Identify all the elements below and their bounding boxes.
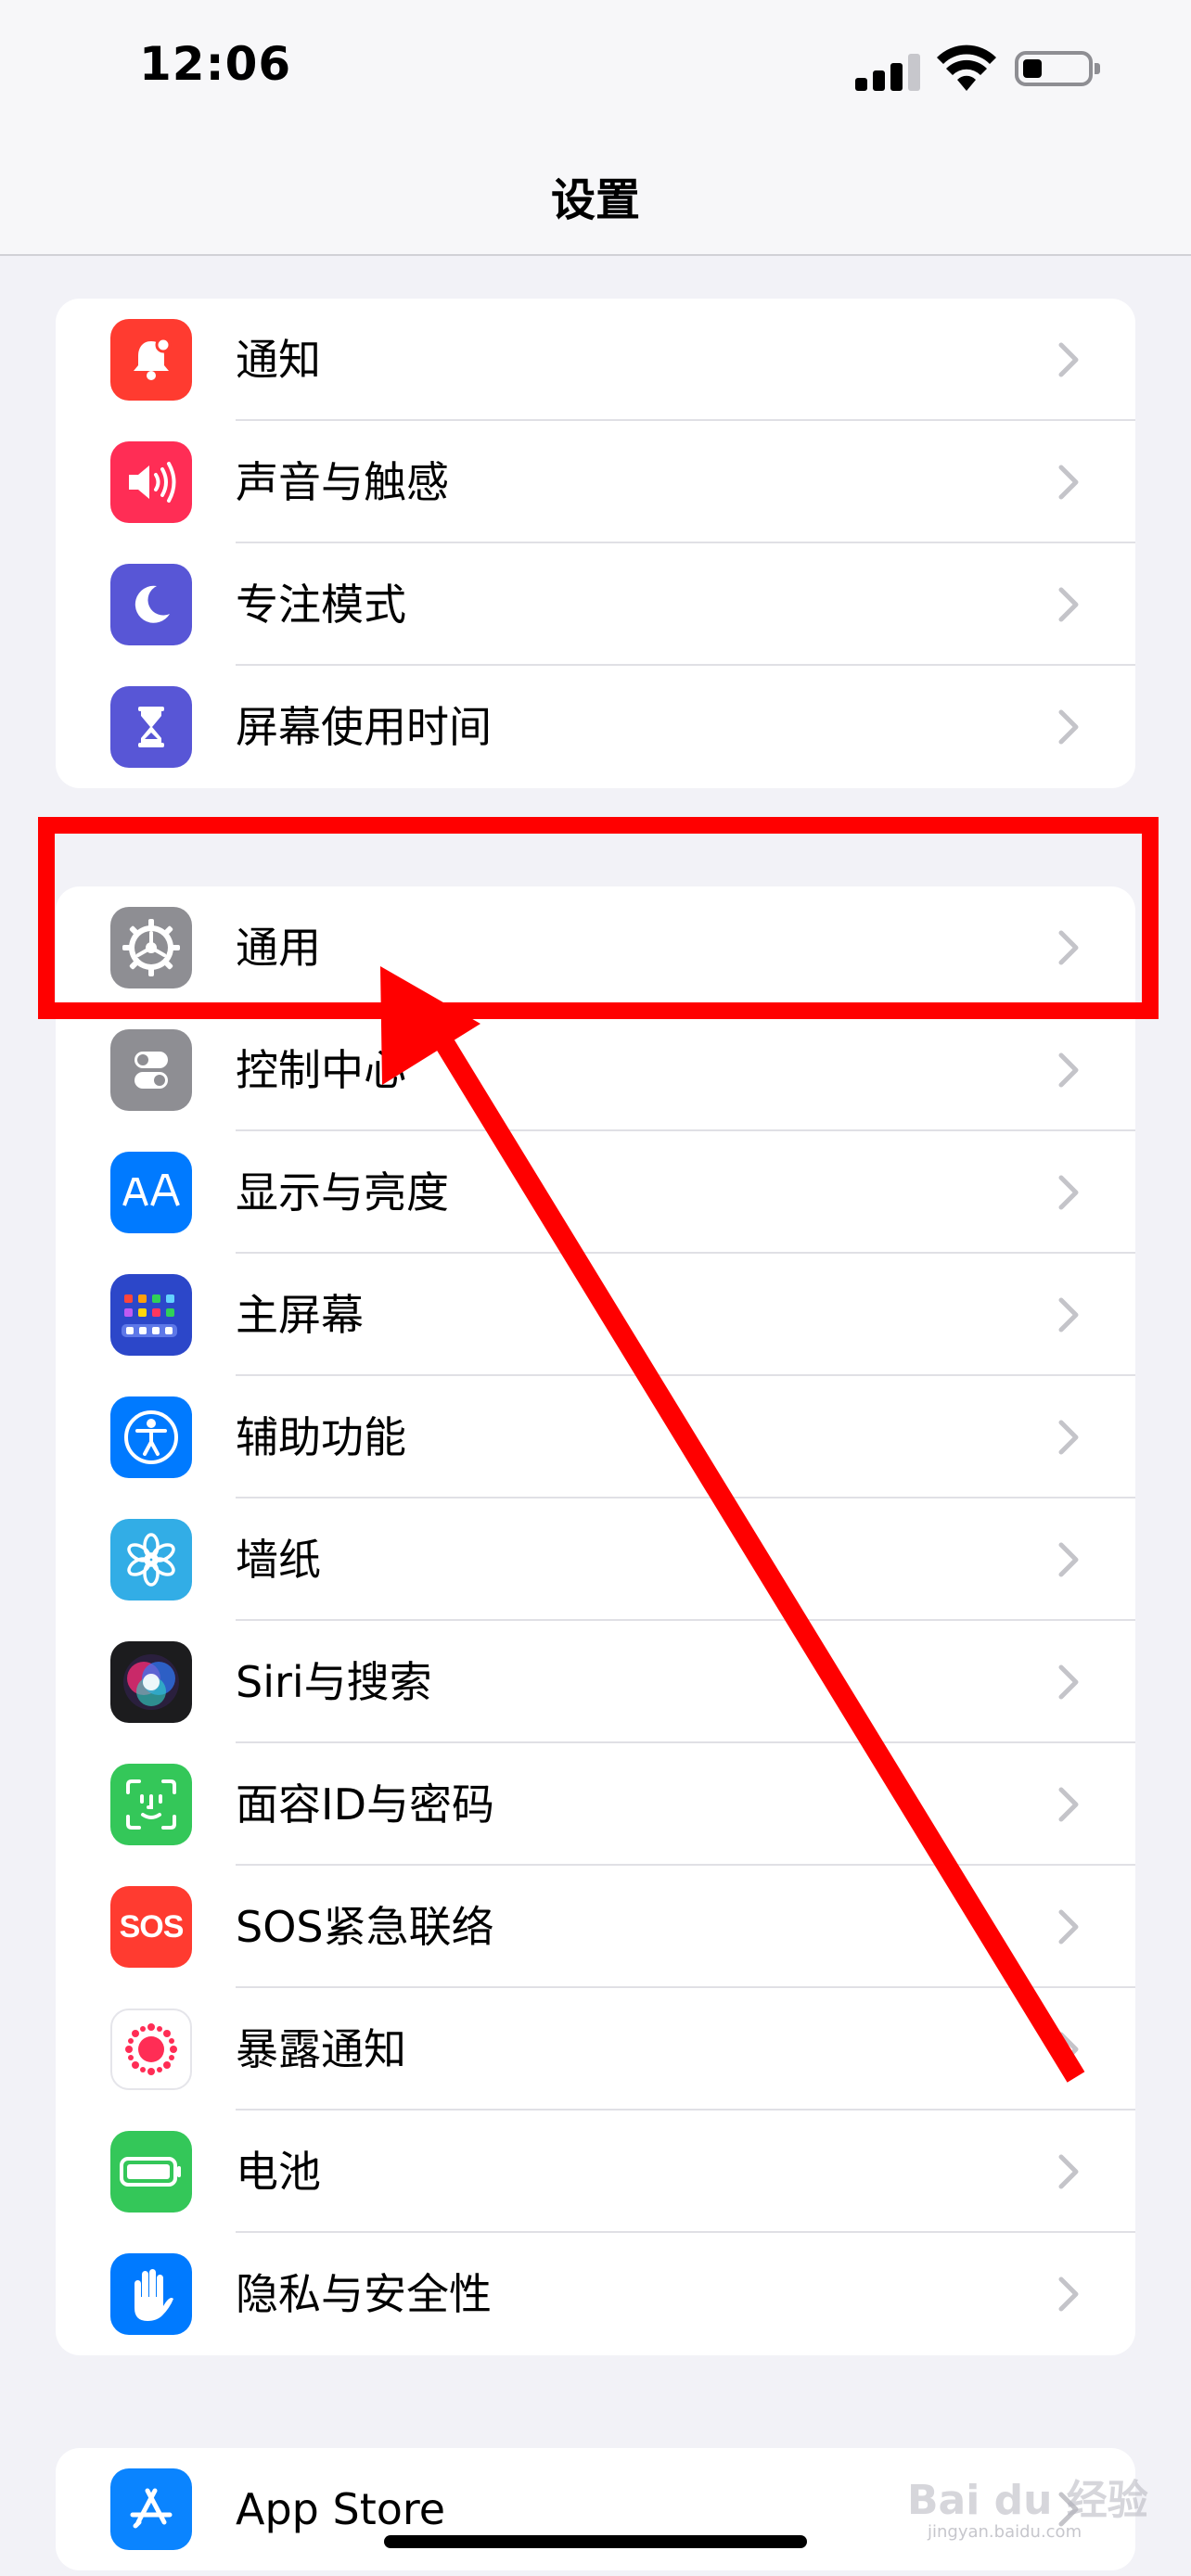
chevron-right-icon	[1058, 930, 1079, 965]
settings-row-home-screen[interactable]: 主屏幕	[56, 1254, 1135, 1376]
accessibility-icon	[110, 1396, 192, 1478]
chevron-right-icon	[1058, 1420, 1079, 1455]
settings-row-control-center[interactable]: 控制中心	[56, 1009, 1135, 1131]
settings-row-focus[interactable]: 专注模式	[56, 543, 1135, 666]
chevron-right-icon	[1058, 1175, 1079, 1210]
settings-row-exposure-notifications[interactable]: 暴露通知	[56, 1988, 1135, 2111]
watermark-url: jingyan.baidu.com	[928, 2522, 1082, 2542]
battery-icon	[110, 2131, 192, 2213]
settings-row-wallpaper[interactable]: 墙纸	[56, 1498, 1135, 1621]
toggles-icon	[110, 1029, 192, 1111]
wifi-icon	[937, 45, 996, 91]
chevron-right-icon	[1058, 1542, 1079, 1577]
home-screen-grid-icon	[110, 1274, 192, 1356]
settings-row-label: SOS紧急联络	[236, 1902, 494, 1952]
chevron-right-icon	[1058, 1664, 1079, 1700]
chevron-right-icon	[1058, 587, 1079, 622]
settings-group-1: 通知 声音与触感 专注模式 屏幕使用时间	[56, 299, 1135, 788]
settings-row-notifications[interactable]: 通知	[56, 299, 1135, 421]
text-size-icon	[110, 1152, 192, 1233]
settings-row-label: 声音与触感	[236, 457, 449, 507]
settings-group-2: 通用 控制中心 显示与亮度 主屏幕 辅助功能 墙纸 Siri与搜索 面容ID与密…	[56, 886, 1135, 2355]
settings-row-face-id[interactable]: 面容ID与密码	[56, 1743, 1135, 1866]
settings-row-label: 专注模式	[236, 580, 406, 630]
chevron-right-icon	[1058, 1052, 1079, 1088]
exposure-dots-icon	[110, 2009, 192, 2090]
chevron-right-icon	[1058, 2276, 1079, 2312]
settings-row-label: 辅助功能	[236, 1412, 406, 1462]
siri-icon	[110, 1641, 192, 1723]
settings-row-label: App Store	[236, 2484, 446, 2534]
notifications-bell-icon	[110, 319, 192, 401]
chevron-right-icon	[1058, 465, 1079, 500]
settings-row-general[interactable]: 通用	[56, 886, 1135, 1009]
moon-icon	[110, 564, 192, 645]
sos-icon: SOS	[110, 1886, 192, 1968]
watermark-logo: Bai du 经验	[907, 2477, 1148, 2524]
chevron-right-icon	[1058, 342, 1079, 377]
settings-row-accessibility[interactable]: 辅助功能	[56, 1376, 1135, 1498]
settings-row-label: 控制中心	[236, 1045, 406, 1095]
sos-icon-text: SOS	[119, 1908, 185, 1945]
chevron-right-icon	[1058, 2032, 1079, 2067]
chevron-right-icon	[1058, 709, 1079, 745]
sound-speaker-icon	[110, 441, 192, 523]
settings-row-label: 显示与亮度	[236, 1167, 449, 1218]
settings-row-emergency-sos[interactable]: SOS SOS紧急联络	[56, 1866, 1135, 1988]
settings-row-label: 墙纸	[236, 1535, 321, 1585]
settings-row-label: 面容ID与密码	[236, 1779, 494, 1830]
app-store-icon	[110, 2468, 192, 2550]
face-id-icon	[110, 1764, 192, 1845]
settings-row-label: 主屏幕	[236, 1290, 364, 1340]
settings-row-siri[interactable]: Siri与搜索	[56, 1621, 1135, 1743]
chevron-right-icon	[1058, 1297, 1079, 1333]
settings-row-label: 通用	[236, 923, 321, 973]
settings-row-screen-time[interactable]: 屏幕使用时间	[56, 666, 1135, 788]
gear-icon	[110, 907, 192, 988]
chevron-right-icon	[1058, 1909, 1079, 1945]
settings-row-label: 屏幕使用时间	[236, 702, 492, 752]
settings-row-sounds[interactable]: 声音与触感	[56, 421, 1135, 543]
settings-row-battery[interactable]: 电池	[56, 2111, 1135, 2233]
settings-row-display[interactable]: 显示与亮度	[56, 1131, 1135, 1254]
settings-row-label: 隐私与安全性	[236, 2269, 492, 2319]
cellular-signal-icon	[855, 54, 920, 91]
status-time: 12:06	[139, 37, 292, 91]
settings-row-label: 电池	[236, 2147, 321, 2197]
hourglass-icon	[110, 686, 192, 768]
settings-row-label: 通知	[236, 335, 321, 385]
chevron-right-icon	[1058, 2154, 1079, 2189]
settings-row-label: Siri与搜索	[236, 1657, 432, 1707]
home-indicator[interactable]	[384, 2535, 807, 2548]
battery-status-icon	[1015, 51, 1100, 86]
status-bar: 12:06	[0, 0, 1191, 139]
settings-row-label: 暴露通知	[236, 2024, 406, 2074]
navigation-bar: 设置	[0, 139, 1191, 256]
settings-row-privacy[interactable]: 隐私与安全性	[56, 2233, 1135, 2355]
page-title: 设置	[550, 174, 640, 226]
hand-icon	[110, 2253, 192, 2335]
chevron-right-icon	[1058, 1787, 1079, 1822]
flower-icon	[110, 1519, 192, 1600]
